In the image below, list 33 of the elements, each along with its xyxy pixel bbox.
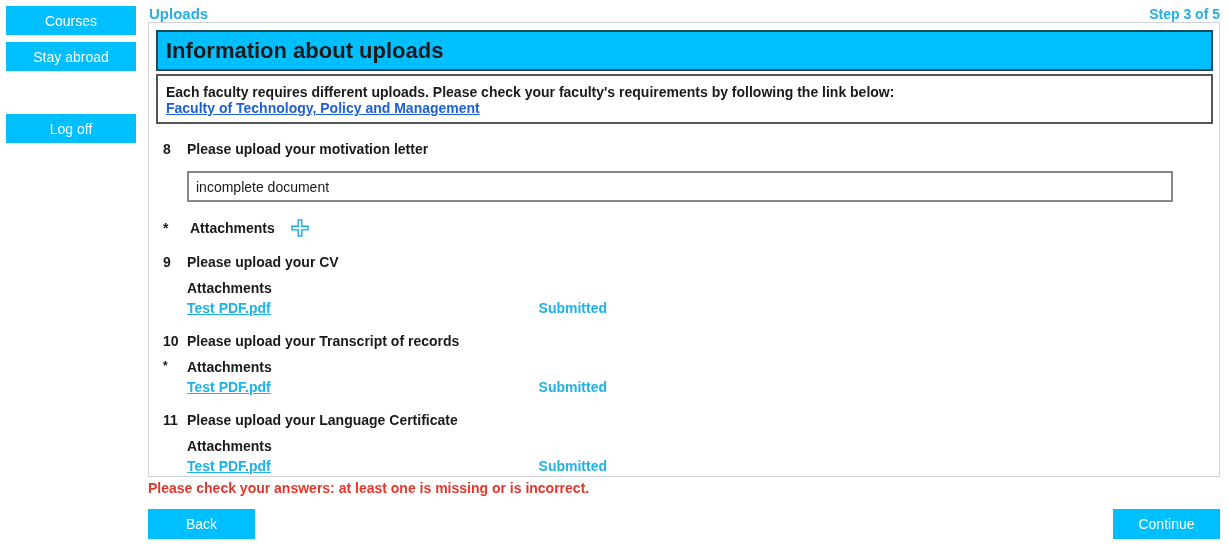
question-label: Please upload your Transcript of records: [187, 332, 460, 350]
required-mark: *: [162, 220, 170, 236]
file-status: Submitted: [538, 458, 607, 474]
step-indicator: Step 3 of 5: [1149, 6, 1220, 22]
attachments-label: Attachments: [187, 438, 273, 454]
faculty-link[interactable]: Faculty of Technology, Policy and Management: [166, 100, 480, 116]
text-field[interactable]: incomplete document: [187, 171, 1173, 202]
required-mark: *: [162, 359, 169, 375]
question-number: 10: [162, 332, 180, 350]
question-label: Please upload your motivation letter: [187, 140, 429, 158]
add-icon[interactable]: [290, 219, 309, 237]
sidebar-button[interactable]: Courses: [6, 6, 136, 35]
file-link[interactable]: Test PDF.pdf: [187, 458, 271, 474]
attachments-label: Attachments: [187, 359, 273, 375]
question-label: Please upload your CV: [187, 253, 339, 271]
question-label: Please upload your Language Certificate: [187, 411, 458, 429]
attachments-label: Attachments: [187, 280, 273, 296]
error-message: Please check your answers: at least one is missing or is incorrect.: [148, 480, 591, 496]
back-button[interactable]: Back: [148, 509, 255, 539]
sidebar-button[interactable]: Log off: [6, 114, 136, 143]
question-number: 8: [162, 140, 172, 158]
file-link[interactable]: Test PDF.pdf: [187, 379, 271, 395]
question-number: 9: [162, 253, 172, 271]
attachments-label: Attachments: [190, 220, 275, 236]
section-heading: Information about uploads: [156, 30, 1213, 71]
file-status: Submitted: [538, 300, 607, 316]
file-link[interactable]: Test PDF.pdf: [187, 300, 271, 316]
question-number: 11: [162, 411, 179, 429]
file-status: Submitted: [538, 379, 607, 395]
sidebar-button[interactable]: Stay abroad: [6, 42, 136, 71]
page-title: Uploads: [149, 5, 209, 22]
continue-button[interactable]: Continue: [1113, 509, 1220, 539]
info-text: Each faculty requires different uploads. Please check your faculty's requirements by following the link below:: [166, 84, 896, 100]
